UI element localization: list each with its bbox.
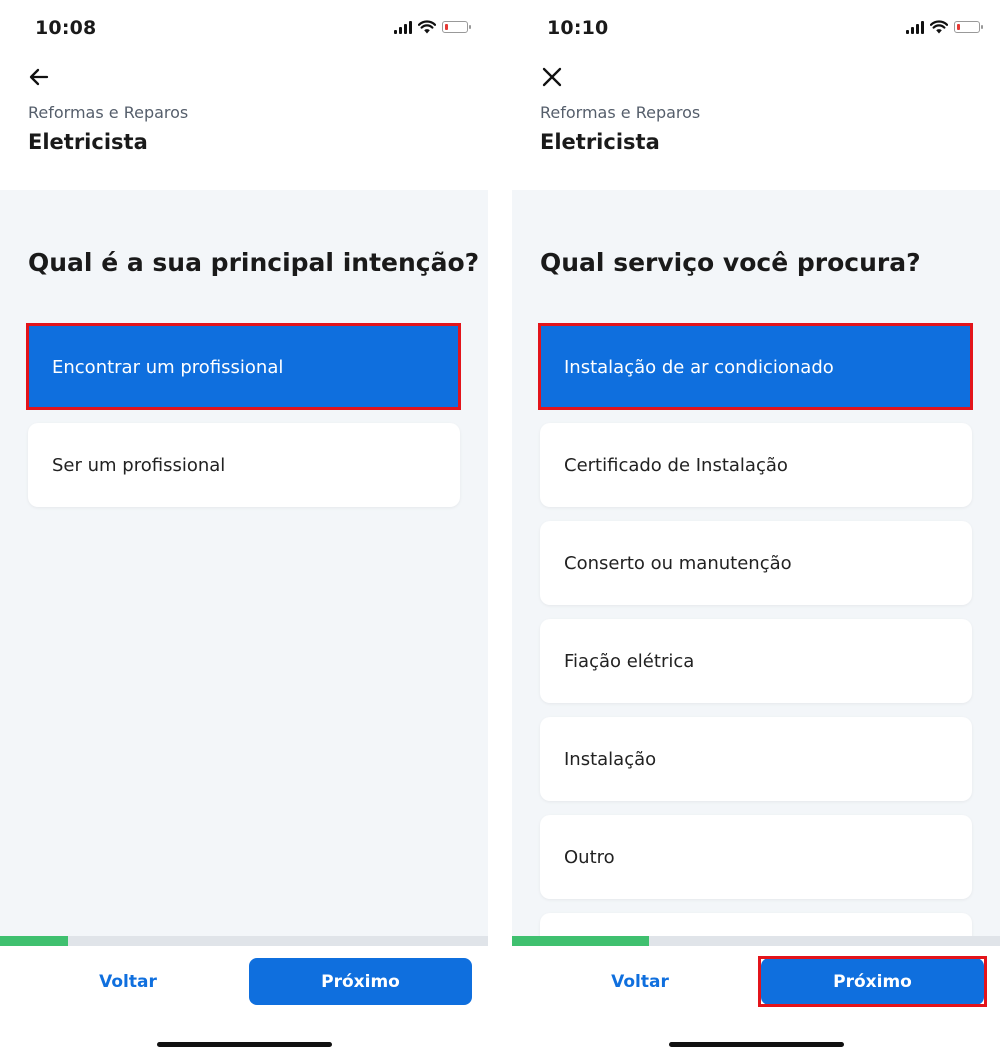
status-bar: 10:10 bbox=[512, 0, 1000, 56]
question-panel: Qual é a sua principal intenção? Encontr… bbox=[0, 190, 488, 936]
option-find-professional[interactable]: Encontrar um profissional bbox=[28, 325, 460, 409]
next-button[interactable]: Próximo bbox=[761, 958, 984, 1005]
option-electrical-wiring[interactable]: Fiação elétrica bbox=[540, 619, 972, 703]
question-panel: Qual serviço você procura? Instalação de… bbox=[512, 190, 1000, 936]
next-button[interactable]: Próximo bbox=[249, 958, 472, 1005]
wifi-icon bbox=[418, 20, 436, 34]
option-be-professional[interactable]: Ser um profissional bbox=[28, 423, 460, 507]
battery-level bbox=[957, 24, 960, 30]
options-list: Encontrar um profissional Ser um profiss… bbox=[28, 325, 460, 521]
back-button[interactable]: Voltar bbox=[58, 958, 198, 1005]
breadcrumb: Reformas e Reparos bbox=[28, 103, 189, 122]
footer: Voltar Próximo bbox=[512, 946, 1000, 1057]
wifi-icon bbox=[930, 20, 948, 34]
signal-icon bbox=[906, 20, 924, 34]
progress-fill bbox=[512, 936, 649, 946]
battery-level bbox=[445, 24, 448, 30]
question-heading: Qual serviço você procura? bbox=[540, 248, 921, 277]
progress-bar bbox=[0, 936, 488, 946]
option-partial-hidden[interactable] bbox=[540, 913, 972, 936]
option-installation-certificate[interactable]: Certificado de Instalação bbox=[540, 423, 972, 507]
signal-icon bbox=[394, 20, 412, 34]
option-ac-installation[interactable]: Instalação de ar condicionado bbox=[540, 325, 972, 409]
options-list: Instalação de ar condicionado Certificad… bbox=[540, 325, 972, 936]
home-indicator bbox=[669, 1042, 844, 1047]
page-title: Eletricista bbox=[540, 130, 660, 154]
screen-service: 10:10 Reformas e Reparos Eletricista Qua… bbox=[512, 0, 1000, 1057]
progress-bar bbox=[512, 936, 1000, 946]
breadcrumb: Reformas e Reparos bbox=[540, 103, 701, 122]
status-time: 10:08 bbox=[35, 17, 97, 39]
status-time: 10:10 bbox=[547, 17, 609, 39]
footer: Voltar Próximo bbox=[0, 946, 488, 1057]
progress-fill bbox=[0, 936, 69, 946]
home-indicator bbox=[157, 1042, 332, 1047]
back-button[interactable]: Voltar bbox=[570, 958, 710, 1005]
question-heading: Qual é a sua principal intenção? bbox=[28, 248, 480, 277]
option-installation[interactable]: Instalação bbox=[540, 717, 972, 801]
status-bar: 10:08 bbox=[0, 0, 488, 56]
screen-intention: 10:08 Reformas e Reparos Eletricista Qua… bbox=[0, 0, 488, 1057]
battery-icon bbox=[954, 21, 983, 33]
back-arrow-icon[interactable] bbox=[27, 64, 53, 90]
option-repair-maintenance[interactable]: Conserto ou manutenção bbox=[540, 521, 972, 605]
battery-icon bbox=[442, 21, 471, 33]
close-icon[interactable] bbox=[539, 64, 565, 90]
option-other[interactable]: Outro bbox=[540, 815, 972, 899]
page-title: Eletricista bbox=[28, 130, 148, 154]
